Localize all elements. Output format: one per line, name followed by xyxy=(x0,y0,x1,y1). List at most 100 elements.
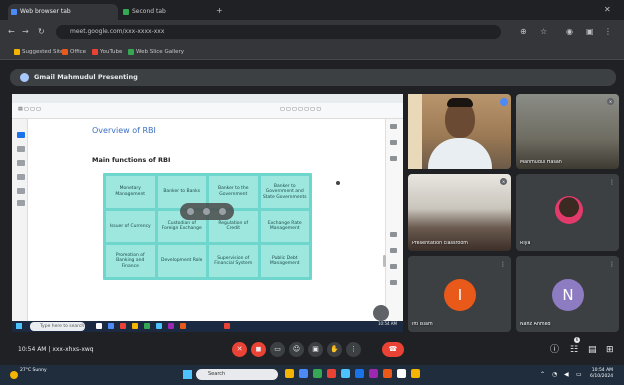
windows-taskbar xyxy=(0,365,624,385)
participant-name: Ifti Islam xyxy=(412,322,433,327)
emoji-icon[interactable]: ☺ xyxy=(289,342,304,357)
shared-app-icon xyxy=(108,323,114,329)
wifi-icon[interactable]: ◔ xyxy=(552,371,557,379)
present-screen-icon xyxy=(20,73,29,82)
bookmark-item[interactable]: Web Slice Gallery xyxy=(128,48,184,56)
bookmark-item[interactable]: YouTube xyxy=(92,48,122,56)
bookmark-icon xyxy=(92,49,98,55)
weather-widget[interactable]: 27°C Sunny xyxy=(8,368,58,382)
profile-icon[interactable]: ◉ xyxy=(566,27,573,37)
presenting-label: Gmail Mahmudul Presenting xyxy=(34,73,138,81)
taskbar-search[interactable]: Search xyxy=(196,369,278,380)
sidebar-icon[interactable]: ▣ xyxy=(586,27,594,37)
pin-icon[interactable] xyxy=(203,208,210,215)
participant-tile[interactable] xyxy=(516,94,619,169)
people-icon[interactable]: ☷ xyxy=(570,345,578,355)
expand-icon[interactable] xyxy=(219,208,226,215)
shared-app-icon xyxy=(144,323,150,329)
function-cell: Development Role xyxy=(157,245,206,277)
cam-off-icon[interactable]: ◼ xyxy=(251,342,266,357)
address-text: meet.google.com/xxx-xxxx-xxx xyxy=(70,28,165,35)
shared-scrollbar xyxy=(383,255,386,267)
extension-icon[interactable]: ⊕ xyxy=(520,27,527,37)
bookmark-label: Office xyxy=(70,49,87,55)
new-tab-button[interactable]: + xyxy=(216,5,223,17)
rail-icon xyxy=(390,264,397,269)
reload-icon[interactable]: ↻ xyxy=(38,27,45,37)
volume-icon[interactable]: ◀ xyxy=(564,371,569,379)
participant-avatar: N xyxy=(552,279,584,311)
clock-date: 6/10/2024 xyxy=(590,374,614,379)
taskbar-app-icon[interactable] xyxy=(313,369,322,378)
bookmark-label: Web Slice Gallery xyxy=(136,49,185,55)
function-cell: Public Debt Management xyxy=(260,245,309,277)
shared-right-rail xyxy=(385,119,403,321)
browser-tab[interactable]: Second tab xyxy=(120,4,212,20)
bookmark-label: Suggested Sites xyxy=(22,49,67,55)
rail-icon xyxy=(390,248,397,253)
captions-icon[interactable]: ▭ xyxy=(270,342,285,357)
browser-tab-active[interactable]: Web browser tab xyxy=(8,4,118,20)
tab-title: Web browser tab xyxy=(20,8,71,15)
taskbar-app-icon[interactable] xyxy=(355,369,364,378)
taskbar-app-icon[interactable] xyxy=(383,369,392,378)
bookmark-item[interactable]: Office xyxy=(62,48,86,56)
document-subheading: Main functions of RBI xyxy=(92,156,171,164)
participant-avatar-photo xyxy=(555,196,583,224)
rail-eraser-icon xyxy=(17,188,25,194)
function-cell: Monetary Management xyxy=(106,176,155,208)
shared-app-icon xyxy=(168,323,174,329)
rail-text-icon xyxy=(17,174,25,180)
menu-icon[interactable]: ⋮ xyxy=(604,27,612,37)
bookmark-label: YouTube xyxy=(100,49,123,55)
taskbar-app-icon[interactable] xyxy=(299,369,308,378)
taskbar-app-icon[interactable] xyxy=(397,369,406,378)
speaking-indicator-icon xyxy=(500,98,508,106)
shared-clock: 10:54 AM xyxy=(378,321,397,326)
taskbar-app-icon[interactable] xyxy=(411,369,420,378)
tab-favicon-icon xyxy=(123,9,129,15)
screen: Web browser tab Second tab + ✕ ← → ↻ mee… xyxy=(0,0,624,385)
rail-icon xyxy=(390,156,397,161)
shared-app-icon xyxy=(132,323,138,329)
close-window-icon[interactable]: ✕ xyxy=(604,5,611,15)
battery-icon[interactable]: ▭ xyxy=(576,371,582,379)
shared-app-ribbon xyxy=(12,103,403,119)
mouse-cursor xyxy=(336,181,340,185)
leave-call-button[interactable]: ☎ xyxy=(382,342,404,357)
taskbar-app-icon[interactable] xyxy=(341,369,350,378)
tile-more-icon[interactable]: ⋮ xyxy=(500,262,506,268)
shared-search: Type here to search xyxy=(30,322,85,331)
shared-bubble-icon xyxy=(373,305,389,321)
participant-tile[interactable] xyxy=(408,174,511,251)
participant-name: Riya xyxy=(520,241,531,246)
info-icon[interactable]: ⓘ xyxy=(550,345,559,355)
activities-icon[interactable]: ⊞ xyxy=(606,345,614,355)
taskbar-clock[interactable]: 10:54 AM 6/10/2024 xyxy=(590,368,613,380)
rail-more-icon xyxy=(17,200,25,206)
bookmark-icon xyxy=(128,49,134,55)
tray-chevron-icon[interactable]: ⌃ xyxy=(540,371,545,379)
start-icon[interactable] xyxy=(183,370,192,379)
present-icon[interactable]: ▣ xyxy=(308,342,323,357)
forward-icon[interactable]: → xyxy=(22,27,29,37)
taskbar-app-icon[interactable] xyxy=(285,369,294,378)
raise-hand-icon[interactable]: ✋ xyxy=(327,342,342,357)
participant-name: Mahmudul Hasan xyxy=(520,160,562,165)
taskbar-app-icon[interactable] xyxy=(327,369,336,378)
tile-more-icon[interactable]: ⋮ xyxy=(609,180,615,186)
chat-icon[interactable]: ▤ xyxy=(588,345,597,355)
address-bar[interactable]: meet.google.com/xxx-xxxx-xxx xyxy=(56,25,501,39)
back-icon[interactable]: ← xyxy=(8,27,15,37)
bookmark-star-icon[interactable]: ☆ xyxy=(540,27,547,37)
mic-off-icon[interactable]: ✕ xyxy=(232,342,247,357)
tab-title: Second tab xyxy=(132,8,166,15)
hand-icon[interactable] xyxy=(187,208,194,215)
taskbar-app-icon[interactable] xyxy=(369,369,378,378)
rail-icon xyxy=(390,140,397,145)
bookmark-icon xyxy=(14,49,20,55)
more-options-icon[interactable]: ⋮ xyxy=(346,342,361,357)
shared-app-icon xyxy=(224,323,230,329)
bookmark-item[interactable]: Suggested Sites xyxy=(14,48,66,56)
tile-more-icon[interactable]: ⋮ xyxy=(609,262,615,268)
